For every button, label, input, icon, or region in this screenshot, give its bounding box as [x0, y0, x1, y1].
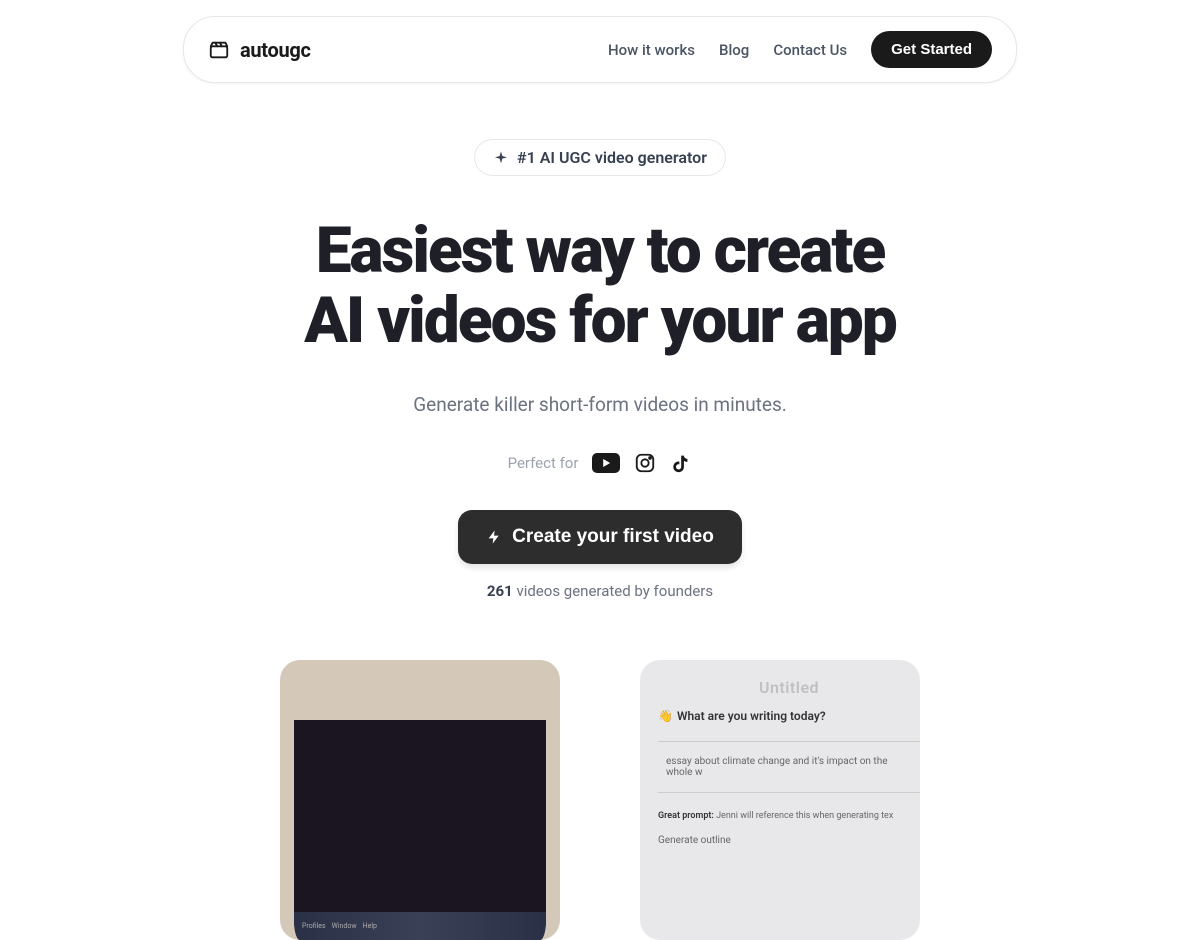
- subtitle: Generate killer short-form videos in min…: [0, 393, 1200, 416]
- sparkle-icon: [493, 150, 509, 166]
- wave-icon: 👋: [658, 709, 673, 723]
- stats-number: 261: [487, 582, 513, 600]
- perfect-for-label: Perfect for: [508, 454, 579, 472]
- headline: Easiest way to create AI videos for your…: [0, 216, 1200, 357]
- perfect-for-row: Perfect for: [0, 452, 1200, 474]
- preview-2-input: essay about climate change and it's impa…: [658, 741, 920, 793]
- badge: #1 AI UGC video generator: [474, 139, 726, 176]
- preview-2-generate: Generate outline: [658, 835, 920, 846]
- headline-line-2: AI videos for your app: [304, 283, 896, 358]
- clapperboard-icon: [208, 39, 230, 61]
- headline-line-1: Easiest way to create: [316, 213, 885, 288]
- navbar: autougc How it works Blog Contact Us Get…: [183, 16, 1017, 83]
- stats-suffix: videos generated by founders: [513, 582, 713, 600]
- nav-link-how-it-works[interactable]: How it works: [608, 41, 695, 59]
- preview-2-title: Untitled: [658, 678, 920, 697]
- instagram-icon: [634, 452, 656, 474]
- bolt-icon: [486, 529, 502, 545]
- stats-text: 261 videos generated by founders: [0, 582, 1200, 600]
- logo[interactable]: autougc: [208, 38, 311, 62]
- create-video-button[interactable]: Create your first video: [458, 510, 742, 564]
- preview-2-prompt: 👋What are you writing today?: [658, 709, 920, 723]
- hero-section: #1 AI UGC video generator Easiest way to…: [0, 139, 1200, 600]
- tiktok-icon: [670, 452, 692, 474]
- get-started-button[interactable]: Get Started: [871, 31, 992, 68]
- nav-link-blog[interactable]: Blog: [719, 41, 749, 59]
- nav-links: How it works Blog Contact Us Get Started: [608, 31, 992, 68]
- cta-label: Create your first video: [512, 526, 714, 548]
- youtube-icon: [592, 453, 620, 473]
- nav-link-contact[interactable]: Contact Us: [773, 41, 847, 59]
- preview-2-hint: Great prompt: Jenni will reference this …: [658, 811, 920, 821]
- badge-text: #1 AI UGC video generator: [517, 148, 707, 167]
- brand-name: autougc: [240, 38, 311, 62]
- preview-1-taskbar: Profiles Window Help: [294, 912, 546, 940]
